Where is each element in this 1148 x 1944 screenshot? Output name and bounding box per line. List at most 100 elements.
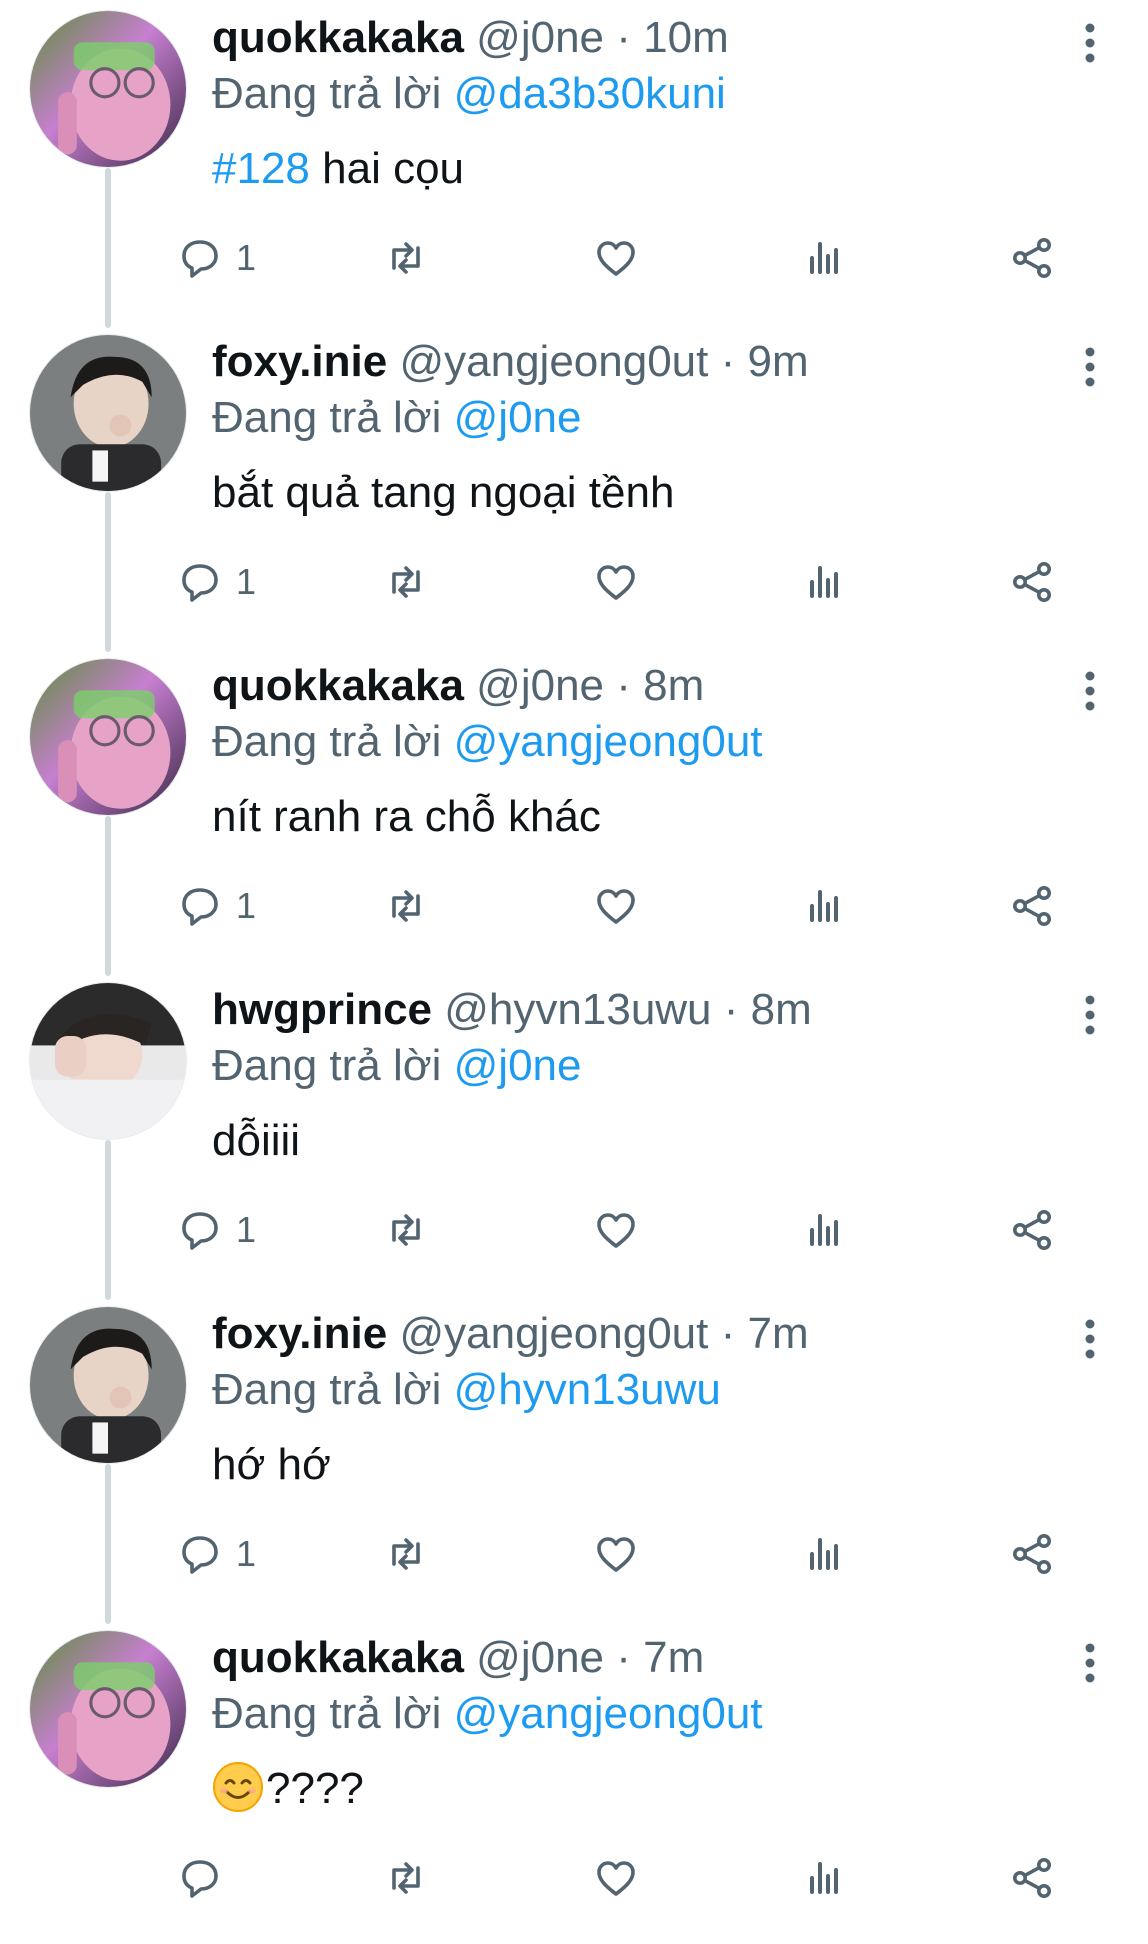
retweet-button[interactable] — [382, 1200, 430, 1260]
hashtag-link[interactable]: #128 — [212, 144, 310, 193]
username[interactable]: @yangjeong0ut — [399, 1309, 708, 1358]
like-button[interactable] — [592, 228, 640, 288]
views-icon — [800, 234, 848, 282]
tweet-body: nít ranh ra chỗ khác — [212, 792, 601, 841]
timestamp[interactable]: 9m — [748, 337, 809, 386]
share-icon — [1008, 1530, 1056, 1578]
username[interactable]: @j0ne — [476, 13, 604, 62]
mention-link[interactable]: @hyvn13uwu — [454, 1365, 721, 1414]
reply-button[interactable]: 1 — [176, 552, 256, 612]
like-icon — [592, 882, 640, 930]
replying-to: Đang trả lời @yangjeong0ut — [212, 714, 763, 770]
share-button[interactable] — [1008, 876, 1056, 936]
views-button[interactable] — [800, 1200, 848, 1260]
more-icon[interactable] — [1070, 18, 1110, 68]
replying-to-label: Đang trả lời — [212, 1365, 442, 1414]
avatar[interactable] — [29, 10, 187, 168]
like-button[interactable] — [592, 1200, 640, 1260]
avatar[interactable] — [29, 1306, 187, 1464]
reply-tweet[interactable]: quokkakaka @j0ne · 8m Đang trả lời @yangj… — [0, 648, 1148, 972]
retweet-icon — [382, 882, 430, 930]
share-button[interactable] — [1008, 228, 1056, 288]
reply-tweet[interactable]: foxy.inie @yangjeong0ut · 9m Đang trả lời… — [0, 324, 1148, 648]
retweet-button[interactable] — [382, 1524, 430, 1584]
share-button[interactable] — [1008, 1200, 1056, 1260]
smiling-face-emoji — [212, 1761, 264, 1813]
share-button[interactable] — [1008, 1524, 1056, 1584]
more-icon[interactable] — [1070, 666, 1110, 716]
mention-link[interactable]: @yangjeong0ut — [454, 717, 763, 766]
reply-tweet[interactable]: foxy.inie @yangjeong0ut · 7m Đang trả lời… — [0, 1296, 1148, 1620]
reply-button[interactable]: 1 — [176, 1524, 256, 1584]
views-button[interactable] — [800, 876, 848, 936]
replying-to: Đang trả lời @j0ne — [212, 390, 581, 446]
avatar[interactable] — [29, 982, 187, 1140]
separator-dot: · — [616, 13, 631, 62]
avatar[interactable] — [29, 334, 187, 492]
username[interactable]: @j0ne — [476, 1633, 604, 1682]
display-name[interactable]: quokkakaka — [212, 661, 464, 710]
mention-link[interactable]: @yangjeong0ut — [454, 1689, 763, 1738]
avatar[interactable] — [29, 658, 187, 816]
like-button[interactable] — [592, 1524, 640, 1584]
tweet-body: hớ hớ — [212, 1440, 331, 1489]
display-name[interactable]: quokkakaka — [212, 1633, 464, 1682]
retweet-button[interactable] — [382, 228, 430, 288]
username[interactable]: @j0ne — [476, 661, 604, 710]
avatar[interactable] — [29, 1630, 187, 1788]
views-button[interactable] — [800, 1848, 848, 1908]
username[interactable]: @yangjeong0ut — [399, 337, 708, 386]
like-icon — [592, 558, 640, 606]
views-button[interactable] — [800, 552, 848, 612]
like-button[interactable] — [592, 876, 640, 936]
reply-count: 1 — [236, 885, 257, 926]
share-button[interactable] — [1008, 552, 1056, 612]
action-bar — [182, 1848, 1092, 1918]
display-name[interactable]: foxy.inie — [212, 337, 387, 386]
timestamp[interactable]: 8m — [751, 985, 812, 1034]
display-name[interactable]: foxy.inie — [212, 1309, 387, 1358]
more-icon[interactable] — [1070, 1314, 1110, 1364]
action-bar: 1 — [182, 228, 1092, 298]
timestamp[interactable]: 8m — [643, 661, 704, 710]
reply-tweet[interactable]: quokkakaka @j0ne · 7m Đang trả lời @yangj… — [0, 1620, 1148, 1944]
more-icon[interactable] — [1070, 990, 1110, 1040]
retweet-icon — [382, 558, 430, 606]
display-name[interactable]: quokkakaka — [212, 13, 464, 62]
more-icon[interactable] — [1070, 1638, 1110, 1688]
share-icon — [1008, 1854, 1056, 1902]
retweet-button[interactable] — [382, 876, 430, 936]
reply-icon — [176, 882, 224, 930]
reply-tweet[interactable]: quokkakaka @j0ne · 10m Đang trả lời @da3b… — [0, 0, 1148, 324]
retweet-icon — [382, 1206, 430, 1254]
views-button[interactable] — [800, 1524, 848, 1584]
reply-button[interactable]: 1 — [176, 228, 256, 288]
like-button[interactable] — [592, 552, 640, 612]
mention-link[interactable]: @da3b30kuni — [454, 69, 726, 118]
tweet-body: ???? — [266, 1764, 364, 1813]
mention-link[interactable]: @j0ne — [454, 393, 582, 442]
reply-tweet[interactable]: hwgprince @hyvn13uwu · 8m Đang trả lời @j… — [0, 972, 1148, 1296]
reply-button[interactable] — [176, 1848, 236, 1908]
separator-dot: · — [616, 1633, 631, 1682]
share-button[interactable] — [1008, 1848, 1056, 1908]
username[interactable]: @hyvn13uwu — [444, 985, 711, 1034]
reply-button[interactable]: 1 — [176, 876, 256, 936]
reply-button[interactable]: 1 — [176, 1200, 256, 1260]
retweet-button[interactable] — [382, 1848, 430, 1908]
more-icon[interactable] — [1070, 342, 1110, 392]
replying-to: Đang trả lời @j0ne — [212, 1038, 581, 1094]
timestamp[interactable]: 10m — [643, 13, 729, 62]
views-icon — [800, 882, 848, 930]
views-button[interactable] — [800, 228, 848, 288]
tweet-text: #128 hai cọu — [212, 140, 464, 198]
timestamp[interactable]: 7m — [643, 1633, 704, 1682]
retweet-button[interactable] — [382, 552, 430, 612]
replying-to: Đang trả lời @hyvn13uwu — [212, 1362, 721, 1418]
like-button[interactable] — [592, 1848, 640, 1908]
timestamp[interactable]: 7m — [748, 1309, 809, 1358]
replying-to: Đang trả lời @da3b30kuni — [212, 66, 726, 122]
tweet-text: hớ hớ — [212, 1436, 331, 1494]
display-name[interactable]: hwgprince — [212, 985, 432, 1034]
mention-link[interactable]: @j0ne — [454, 1041, 582, 1090]
